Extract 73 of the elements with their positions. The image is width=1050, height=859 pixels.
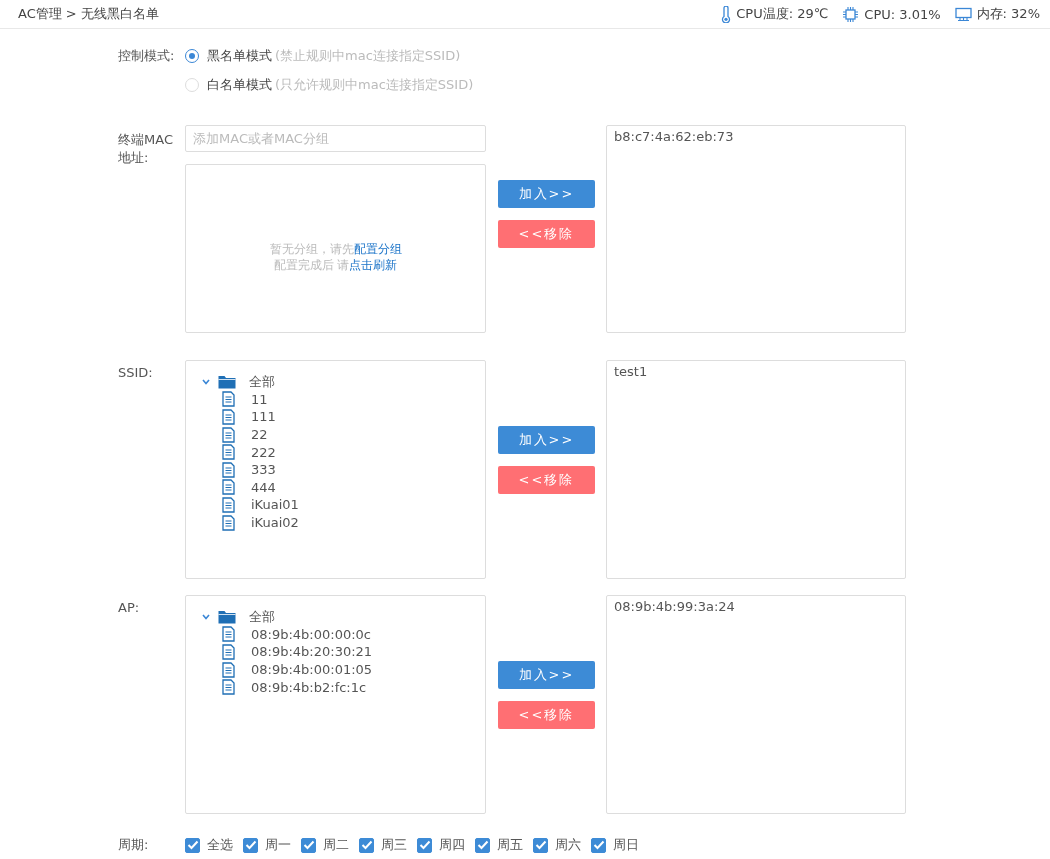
checkbox[interactable]: [301, 837, 316, 853]
tree-item[interactable]: 11: [251, 391, 268, 407]
input-field[interactable]: 添加MAC或者MAC分组: [185, 125, 486, 152]
monitor-icon: [954, 6, 972, 22]
folder-icon: [218, 609, 236, 624]
tree-item[interactable]: 111: [251, 409, 276, 425]
tree-item[interactable]: 08:9b:4b:00:01:05: [251, 662, 373, 678]
field-label: 控制模式:: [117, 47, 176, 65]
document-icon: [222, 444, 235, 461]
checkbox-label[interactable]: 全选: [207, 836, 233, 854]
radio-label[interactable]: 黑名单模式: [207, 46, 272, 65]
field-label: 周期:: [117, 836, 150, 854]
tree-item[interactable]: 全部: [249, 372, 275, 391]
checkbox-label[interactable]: 周二: [323, 836, 349, 854]
checkbox-label[interactable]: 周六: [555, 836, 581, 854]
thermometer-icon: [721, 5, 732, 23]
add-button[interactable]: 加入>>: [498, 661, 595, 689]
empty-message: 暂无分组，请先配置分组: [269, 240, 402, 257]
document-icon: [222, 391, 235, 408]
tree-item[interactable]: 333: [251, 462, 276, 478]
document-icon: [222, 679, 235, 696]
tree-item[interactable]: 444: [251, 479, 276, 495]
radio-hint: (只允许规则中mac连接指定SSID): [275, 75, 474, 94]
field-label: AP:: [117, 599, 141, 617]
radio-label[interactable]: 白名单模式: [207, 75, 272, 94]
checkbox-label[interactable]: 周五: [497, 836, 523, 854]
document-icon: [222, 426, 235, 443]
document-icon: [222, 461, 235, 478]
link[interactable]: 配置分组: [353, 241, 402, 256]
checkbox-label[interactable]: 周一: [265, 836, 291, 854]
checkbox[interactable]: [243, 837, 258, 853]
document-icon: [222, 626, 235, 643]
add-button[interactable]: 加入>>: [498, 180, 595, 208]
tree-item[interactable]: 08:9b:4b:00:00:0c: [251, 626, 371, 642]
checkbox[interactable]: [185, 837, 200, 853]
document-icon: [222, 661, 235, 678]
stat-text: CPU温度: 29℃: [736, 5, 829, 23]
document-icon: [222, 479, 235, 496]
caret-down-icon[interactable]: [202, 378, 210, 385]
caret-down-icon[interactable]: [202, 613, 210, 620]
checkbox-label[interactable]: 周四: [439, 836, 465, 854]
tree-item[interactable]: 22: [251, 427, 268, 443]
chip-icon: [842, 5, 860, 23]
checkbox[interactable]: [359, 837, 374, 853]
folder-icon: [218, 374, 236, 389]
stat-text: CPU: 3.01%: [864, 6, 941, 22]
document-icon: [222, 409, 235, 425]
list-item[interactable]: test1: [614, 363, 898, 381]
empty-message: 配置完成后 请点击刷新: [273, 256, 398, 273]
list-item[interactable]: 08:9b:4b:99:3a:24: [614, 598, 898, 616]
link[interactable]: 点击刷新: [349, 257, 398, 272]
tree-item[interactable]: 222: [251, 444, 276, 460]
document-icon: [222, 644, 235, 660]
field-label: SSID:: [117, 364, 154, 382]
field-label: 终端MAC地址:: [117, 131, 174, 167]
tree-item[interactable]: 全部: [249, 607, 275, 626]
stat-text: 内存: 32%: [976, 5, 1040, 23]
document-icon: [222, 496, 235, 513]
add-button[interactable]: 加入>>: [498, 426, 595, 454]
tree-item[interactable]: iKuai02: [251, 515, 299, 531]
tree-item[interactable]: 08:9b:4b:20:30:21: [251, 644, 373, 660]
radio-hint: (禁止规则中mac连接指定SSID): [275, 46, 461, 65]
checkbox[interactable]: [591, 837, 606, 853]
list-item[interactable]: b8:c7:4a:62:eb:73: [614, 128, 898, 146]
breadcrumb: AC管理 > 无线黑白名单: [18, 5, 159, 23]
checkbox[interactable]: [475, 837, 490, 853]
tree-item[interactable]: 08:9b:4b:b2:fc:1c: [251, 679, 367, 695]
checkbox[interactable]: [417, 837, 432, 853]
document-icon: [222, 514, 235, 531]
checkbox-label[interactable]: 周日: [613, 836, 639, 854]
checkbox[interactable]: [533, 837, 548, 853]
tree-item[interactable]: iKuai01: [251, 497, 299, 513]
checkbox-label[interactable]: 周三: [381, 836, 407, 854]
